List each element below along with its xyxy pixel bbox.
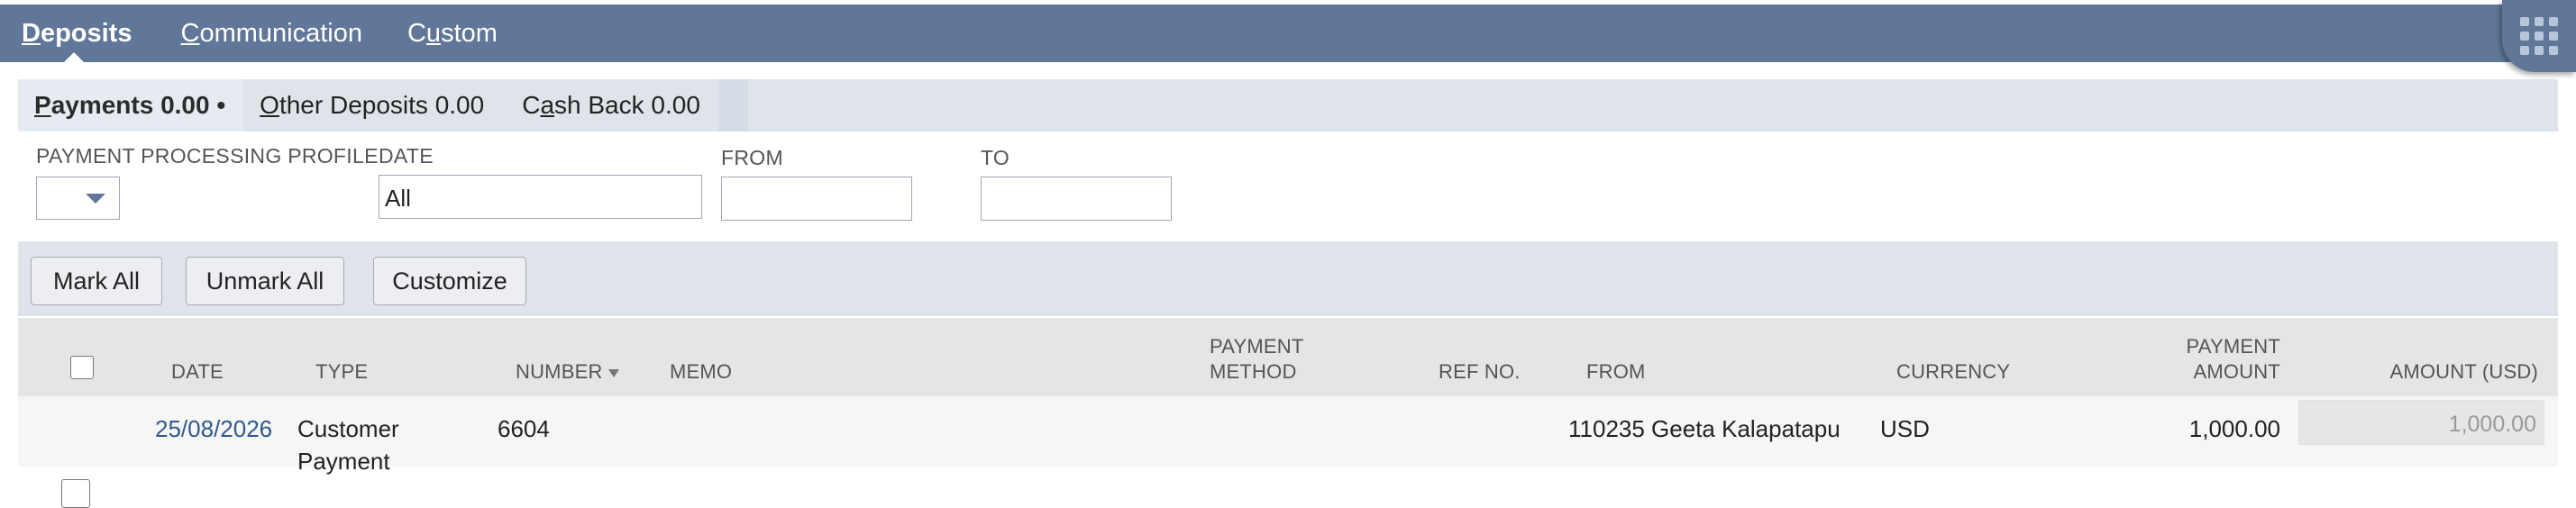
header-type[interactable]: TYPE bbox=[315, 359, 368, 385]
header-payment-amount-line2: AMOUNT bbox=[2193, 360, 2280, 383]
filter-area: PAYMENT PROCESSING PROFILE DATE FROM TO bbox=[18, 132, 2558, 240]
header-payment-method-line1: PAYMENT bbox=[1210, 335, 1304, 358]
header-payment-method[interactable]: PAYMENT METHOD bbox=[1210, 334, 1303, 385]
row-amount-usd-field: 1,000.00 bbox=[2298, 400, 2544, 445]
unmark-all-button[interactable]: Unmark All bbox=[186, 257, 344, 305]
row-currency: USD bbox=[1880, 415, 1930, 442]
header-number[interactable]: NUMBER bbox=[516, 359, 619, 385]
row-type-line2: Payment bbox=[297, 448, 390, 475]
date-filter-input[interactable] bbox=[379, 175, 702, 219]
subtab-strip: Payments 0.00 • Other Deposits 0.00 Ca sh… bbox=[18, 79, 2558, 132]
header-amount-usd[interactable]: AMOUNT (USD) bbox=[2343, 359, 2538, 385]
header-memo[interactable]: MEMO bbox=[670, 359, 732, 385]
grid-dots-icon bbox=[2520, 17, 2558, 55]
subtab-cash-back[interactable]: Ca sh Back 0.00 bbox=[502, 79, 718, 132]
table-header: DATE TYPE NUMBER MEMO PAYMENT METHOD REF… bbox=[18, 318, 2558, 396]
subtab-payments-ul: P bbox=[34, 91, 51, 119]
tab-communication[interactable]: Communication bbox=[153, 5, 383, 62]
date-label: DATE bbox=[379, 144, 434, 168]
mark-all-button[interactable]: Mark All bbox=[31, 257, 162, 305]
header-number-label: NUMBER bbox=[516, 360, 603, 383]
select-all-checkbox[interactable] bbox=[70, 356, 94, 379]
deposits-panel: Payments 0.00 • Other Deposits 0.00 Ca sh… bbox=[18, 79, 2558, 508]
app-launcher-button[interactable] bbox=[2502, 0, 2576, 72]
profile-select[interactable] bbox=[36, 177, 120, 220]
subtab-group: Payments 0.00 • Other Deposits 0.00 Ca sh… bbox=[18, 79, 718, 132]
tab-custom[interactable]: Cu stom bbox=[384, 5, 519, 62]
tab-communication-label: ommunication bbox=[199, 18, 362, 48]
subtab-payments-label: ayments 0.00 • bbox=[50, 91, 226, 119]
subtab-payments[interactable]: Payments 0.00 • bbox=[18, 79, 244, 132]
tab-deposits[interactable]: Deposits bbox=[0, 5, 153, 63]
header-payment-amount-line1: PAYMENT bbox=[2186, 335, 2280, 358]
row-type: Customer Payment bbox=[297, 413, 399, 477]
row-date-link[interactable]: 25/08/2026 bbox=[155, 413, 272, 445]
sort-down-icon bbox=[607, 368, 619, 377]
tab-deposits-label: eposits bbox=[40, 18, 132, 48]
header-date[interactable]: DATE bbox=[171, 359, 224, 385]
to-label: TO bbox=[981, 146, 1010, 169]
tab-custom-ul: u bbox=[425, 18, 442, 48]
top-navigation-bar: Deposits Communication Cu stom bbox=[0, 5, 2576, 63]
row-payment-amount: 1,000.00 bbox=[2188, 415, 2280, 442]
from-label: FROM bbox=[721, 146, 783, 169]
row-type-line1: Customer bbox=[297, 415, 399, 442]
subtab-other-deposits-ul: O bbox=[260, 91, 279, 119]
tab-communication-ul: C bbox=[180, 18, 200, 48]
subtab-cash-back-pre: C bbox=[522, 91, 541, 119]
subtab-other-deposits-label: ther Deposits 0.00 bbox=[279, 91, 485, 119]
subtab-cash-back-ul: a bbox=[540, 91, 555, 119]
row-number: 6604 bbox=[498, 415, 550, 442]
button-bar: Mark All Unmark All Customize bbox=[18, 241, 2558, 316]
header-ref-no[interactable]: REF NO. bbox=[1439, 359, 1521, 385]
row-from: 110235 Geeta Kalapatapu bbox=[1568, 415, 1841, 442]
profile-label: PAYMENT PROCESSING PROFILE bbox=[36, 144, 379, 168]
row-checkbox[interactable] bbox=[61, 479, 90, 508]
header-payment-method-line2: METHOD bbox=[1210, 360, 1297, 383]
to-date-input[interactable] bbox=[981, 177, 1172, 221]
tab-custom-pre: C bbox=[406, 18, 426, 48]
from-date-input[interactable] bbox=[721, 177, 912, 221]
caret-down-icon bbox=[86, 194, 105, 204]
customize-button[interactable]: Customize bbox=[373, 257, 526, 305]
header-payment-amount[interactable]: PAYMENT AMOUNT bbox=[2145, 334, 2280, 385]
header-currency[interactable]: CURRENCY bbox=[1896, 359, 2010, 385]
subtab-other-deposits[interactable]: Other Deposits 0.00 bbox=[243, 79, 502, 132]
header-from[interactable]: FROM bbox=[1586, 359, 1646, 385]
tab-deposits-ul: D bbox=[22, 18, 41, 48]
tab-custom-label: stom bbox=[441, 18, 498, 48]
subtab-cash-back-label: sh Back 0.00 bbox=[554, 91, 700, 119]
